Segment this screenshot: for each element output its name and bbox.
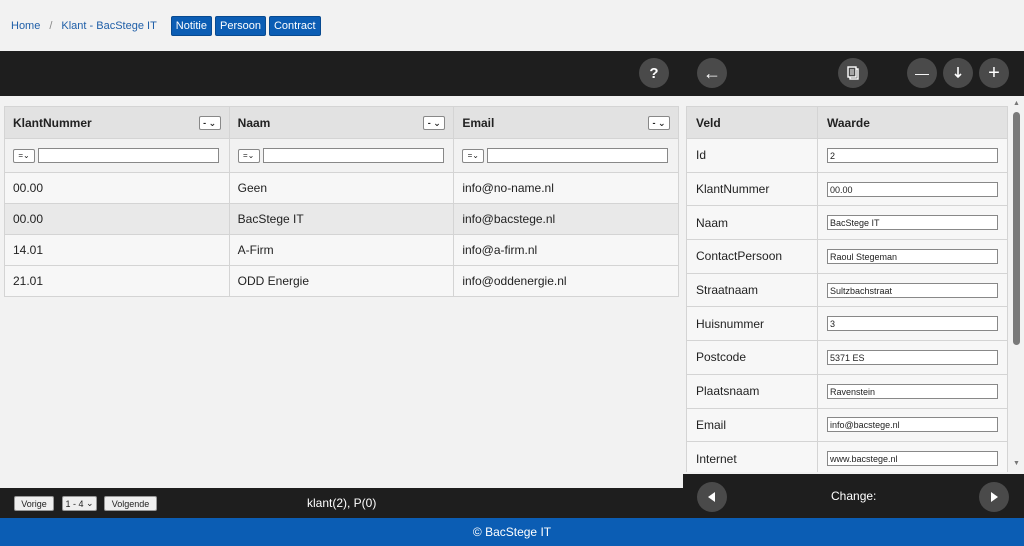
cell-email: info@oddenergie.nl	[453, 265, 679, 297]
filter-operator-select[interactable]: = ⌄	[462, 148, 485, 163]
field-internet-input[interactable]: www.bacstege.nl	[827, 451, 998, 467]
scroll-down-icon[interactable]: ▼	[1013, 460, 1020, 467]
klant-table: KlantNummer - ⌄ Naam - ⌄ Email - ⌄ = ⌄ = ⌄ = ⌄…	[4, 106, 679, 297]
record-info: klant(2), P(0)	[307, 496, 377, 510]
help-button[interactable]: ?	[639, 58, 669, 88]
table-row-selected[interactable]: 00.00 BacStege IT info@bacstege.nl	[4, 203, 679, 235]
field-email-input[interactable]: info@bacstege.nl	[827, 417, 998, 433]
detail-panel: Veld Waarde Id 2 KlantNummer 00.00 Naam Bac…	[686, 106, 1008, 472]
pagination-bar: Vorige 1 - 4 ⌄ Volgende klant(2), P(0)	[0, 488, 683, 518]
field-label: Internet	[686, 441, 818, 472]
copy-icon	[847, 66, 859, 80]
detail-scrollbar[interactable]: ▲ ▼	[1010, 96, 1024, 472]
breadcrumb-current[interactable]: Klant - BacStege IT	[61, 20, 156, 32]
cell-naam: Geen	[228, 172, 455, 204]
table-row[interactable]: 14.01 A-Firm info@a-firm.nl	[4, 234, 679, 266]
cell-naam: BacStege IT	[228, 203, 455, 235]
field-straatnaam-input[interactable]: Sultzbachstraat	[827, 282, 998, 298]
scroll-up-icon[interactable]: ▲	[1013, 100, 1020, 107]
field-label: Plaatsnaam	[686, 373, 818, 409]
previous-record-button[interactable]	[697, 482, 727, 512]
field-huisnummer-input[interactable]: 3	[827, 316, 998, 332]
detail-header-waarde: Waarde	[817, 106, 1008, 139]
cell-klantnummer: 21.01	[4, 265, 230, 297]
change-label: Change:	[831, 489, 877, 503]
field-label: Email	[686, 407, 818, 443]
field-plaatsnaam-input[interactable]: Ravenstein	[827, 383, 998, 399]
filter-input-klantnummer[interactable]	[38, 148, 219, 164]
field-klantnummer-input[interactable]: 00.00	[827, 181, 998, 197]
cell-email: info@bacstege.nl	[453, 203, 679, 235]
cell-klantnummer: 14.01	[4, 234, 230, 266]
back-button[interactable]: ←	[697, 58, 727, 88]
field-postcode-input[interactable]: 5371 ES	[827, 349, 998, 365]
main-toolbar: ? ← — +	[0, 51, 1024, 96]
add-button[interactable]: +	[979, 58, 1009, 88]
cell-email: info@a-firm.nl	[453, 234, 679, 266]
column-menu-select[interactable]: - ⌄	[648, 116, 670, 130]
table-row[interactable]: 00.00 Geen info@no-name.nl	[4, 172, 679, 204]
column-header-email[interactable]: Email - ⌄	[453, 106, 679, 139]
cell-naam: ODD Energie	[228, 265, 455, 297]
filter-input-naam[interactable]	[262, 148, 444, 164]
field-label: Straatnaam	[686, 272, 818, 308]
field-naam-input[interactable]: BacStege IT	[827, 215, 998, 231]
cell-klantnummer: 00.00	[4, 203, 230, 235]
breadcrumb-home-link[interactable]: Home	[11, 20, 40, 32]
field-label: KlantNummer	[686, 171, 818, 207]
download-button[interactable]	[943, 58, 973, 88]
column-header-naam[interactable]: Naam - ⌄	[228, 106, 455, 139]
column-menu-select[interactable]: - ⌄	[198, 116, 221, 130]
field-label: Huisnummer	[686, 306, 818, 342]
scrollbar-thumb[interactable]	[1013, 112, 1020, 345]
change-bar: Change:	[683, 474, 1024, 518]
copy-button[interactable]	[838, 58, 868, 88]
filter-row: = ⌄ = ⌄ = ⌄	[4, 138, 679, 173]
filter-operator-select[interactable]: = ⌄	[237, 148, 260, 163]
prev-page-button[interactable]: Vorige	[14, 496, 54, 511]
table-row[interactable]: 21.01 ODD Energie info@oddenergie.nl	[4, 265, 679, 297]
cell-klantnummer: 00.00	[4, 172, 230, 204]
field-label: Naam	[686, 205, 818, 241]
field-id-input[interactable]: 2	[827, 147, 998, 163]
tab-notitie[interactable]: Notitie	[170, 15, 212, 36]
field-label: Postcode	[686, 340, 818, 375]
footer: © BacStege IT	[0, 518, 1024, 546]
filter-operator-select[interactable]: = ⌄	[13, 148, 35, 163]
cell-email: info@no-name.nl	[453, 172, 679, 204]
column-header-klantnummer[interactable]: KlantNummer - ⌄	[4, 106, 230, 139]
column-menu-select[interactable]: - ⌄	[423, 116, 446, 130]
download-icon	[954, 67, 962, 79]
detail-table: Veld Waarde Id 2 KlantNummer 00.00 Naam Bac…	[686, 106, 1008, 472]
field-label: ContactPersoon	[686, 239, 818, 274]
field-contactpersoon-input[interactable]: Raoul Stegeman	[827, 248, 998, 264]
next-page-button[interactable]: Volgende	[104, 496, 157, 511]
remove-button[interactable]: —	[907, 58, 937, 88]
page-range-select[interactable]: 1 - 4 ⌄	[62, 496, 97, 511]
triangle-left-icon	[708, 492, 715, 502]
field-label: Id	[686, 138, 818, 173]
breadcrumb-bar: Home / Klant - BacStege IT Notitie Perso…	[0, 0, 1024, 51]
triangle-right-icon	[991, 492, 998, 502]
tab-persoon[interactable]: Persoon	[214, 15, 266, 36]
tab-contract[interactable]: Contract	[268, 15, 321, 36]
cell-naam: A-Firm	[228, 234, 455, 266]
detail-header-veld: Veld	[686, 106, 818, 139]
breadcrumb-separator: /	[49, 19, 53, 32]
filter-input-email[interactable]	[487, 148, 669, 164]
next-record-button[interactable]	[979, 482, 1009, 512]
